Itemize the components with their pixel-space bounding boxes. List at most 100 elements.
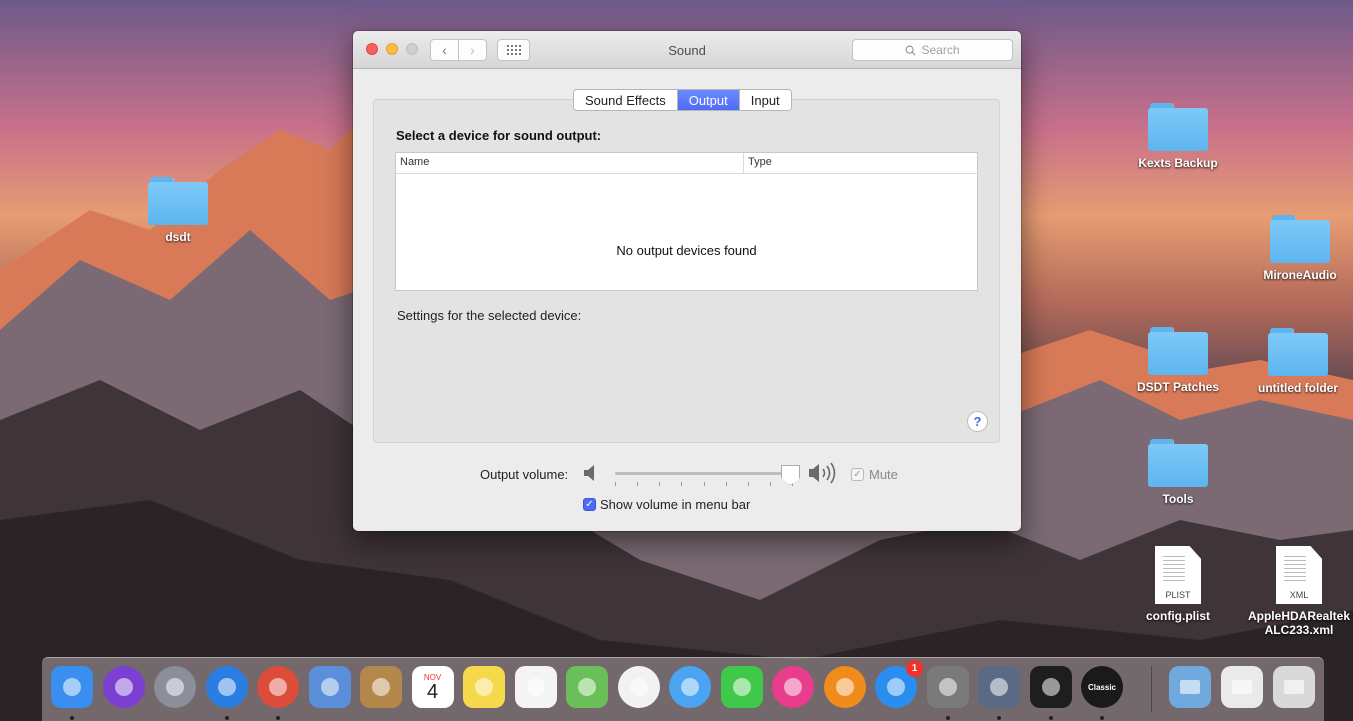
desktop-file-applehda-xml[interactable]: XML AppleHDARealtek ALC233.xml xyxy=(1243,546,1353,637)
chrome-icon xyxy=(269,678,287,696)
dock-trash[interactable] xyxy=(1273,666,1315,708)
facetime-icon xyxy=(732,678,751,696)
dock-app-finder[interactable] xyxy=(51,666,93,708)
table-header: Name Type xyxy=(396,153,977,174)
dock-app-contacts[interactable] xyxy=(360,666,402,708)
folder-icon xyxy=(1148,327,1208,375)
dock-app-facetime[interactable] xyxy=(720,666,763,708)
notification-badge: 1 xyxy=(906,660,923,677)
desktop-folder-tools[interactable]: Tools xyxy=(1123,439,1233,506)
document-icon: XML xyxy=(1276,546,1322,604)
dock-app-clover-configurator[interactable]: Classic xyxy=(1081,666,1123,708)
dock-app-notes[interactable] xyxy=(463,666,505,708)
system-preferences-icon xyxy=(938,678,957,696)
desktop-icon-label: AppleHDARealtek ALC233.xml xyxy=(1247,609,1351,637)
desktop-folder-untitled[interactable]: untitled folder xyxy=(1243,328,1353,395)
maps-icon xyxy=(578,678,596,696)
xcode-tools-icon xyxy=(990,678,1008,696)
desktop-icon-label: MironeAudio xyxy=(1263,268,1337,282)
show-volume-label: Show volume in menu bar xyxy=(600,497,751,512)
title-bar[interactable]: ‹ › Sound Search xyxy=(353,31,1021,69)
volume-slider-ticks xyxy=(615,482,793,487)
contacts-icon xyxy=(372,678,390,696)
desktop-icon-label: dsdt xyxy=(165,230,191,244)
running-indicator xyxy=(70,716,74,720)
dock: NOV 4 1 Classic xyxy=(42,657,1324,721)
dock-app-mail[interactable] xyxy=(308,666,351,708)
desktop-folder-dsdt[interactable]: dsdt xyxy=(123,177,233,244)
search-placeholder: Search xyxy=(921,43,960,57)
messages-icon xyxy=(681,678,699,696)
siri-icon xyxy=(114,678,133,696)
search-icon xyxy=(905,45,917,56)
dock-app-terminal[interactable] xyxy=(1029,666,1072,708)
dock-app-siri[interactable] xyxy=(102,666,145,708)
downloads-icon xyxy=(1232,680,1252,694)
dock-app-itunes[interactable] xyxy=(772,666,814,708)
dock-app-reminders[interactable] xyxy=(514,666,557,708)
desktop-file-config-plist[interactable]: PLIST config.plist xyxy=(1123,546,1233,623)
empty-message: No output devices found xyxy=(616,243,757,258)
column-header-name[interactable]: Name xyxy=(396,153,744,173)
sound-preferences-window: ‹ › Sound Search Sound Effects Output In… xyxy=(353,31,1021,531)
folder-icon xyxy=(1148,103,1208,151)
folder-icon xyxy=(1268,328,1328,376)
dock-app-safari[interactable] xyxy=(205,666,248,708)
desktop-icon-label: DSDT Patches xyxy=(1136,380,1220,394)
dock-app-xcode-tools[interactable] xyxy=(978,666,1020,708)
folder-icon xyxy=(1270,215,1330,263)
app-icon-text: Classic xyxy=(1087,682,1117,692)
tab-sound-effects[interactable]: Sound Effects xyxy=(574,90,678,110)
checkmark-icon: ✓ xyxy=(583,498,596,511)
folder-icon xyxy=(148,177,208,225)
output-volume-label: Output volume: xyxy=(480,467,569,482)
folder-icon xyxy=(1148,439,1208,487)
question-icon: ? xyxy=(973,414,982,429)
desktop-icon-label: Tools xyxy=(1162,492,1194,506)
calendar-day: 4 xyxy=(426,680,439,703)
dock-app-ibooks[interactable] xyxy=(823,666,866,708)
mute-checkbox[interactable]: ✓ Mute xyxy=(851,467,898,482)
desktop-folder-mironeaudio[interactable]: MironeAudio xyxy=(1245,215,1353,282)
show-volume-checkbox[interactable]: ✓ Show volume in menu bar xyxy=(583,497,750,512)
desktop-folder-kexts-backup[interactable]: Kexts Backup xyxy=(1123,103,1233,170)
dock-app-maps[interactable] xyxy=(566,666,608,708)
volume-slider-track[interactable] xyxy=(615,472,792,475)
mute-label: Mute xyxy=(869,467,898,482)
dock-app-calendar[interactable]: NOV 4 xyxy=(411,666,454,708)
dock-app-photos[interactable] xyxy=(617,666,660,708)
running-indicator xyxy=(1048,716,1053,720)
desktop-icon-label: untitled folder xyxy=(1258,381,1338,395)
running-indicator xyxy=(1100,716,1104,720)
dock-app-app-store[interactable]: 1 xyxy=(875,660,923,708)
app-store-icon xyxy=(887,678,905,696)
document-icon: PLIST xyxy=(1155,546,1201,604)
dock-app-launchpad[interactable] xyxy=(154,666,196,708)
running-indicator xyxy=(224,716,229,720)
search-input[interactable]: Search xyxy=(852,39,1013,61)
trash-icon xyxy=(1284,680,1304,694)
desktop-folder-dsdt-patches[interactable]: DSDT Patches xyxy=(1123,327,1233,394)
dock-downloads[interactable] xyxy=(1221,666,1263,708)
dock-app-messages[interactable] xyxy=(669,666,711,708)
desktop-icon-label: Kexts Backup xyxy=(1138,156,1218,170)
speaker-high-icon xyxy=(809,462,836,484)
photos-icon xyxy=(629,678,648,696)
settings-label: Settings for the selected device: xyxy=(397,308,582,323)
dock-separator xyxy=(1151,666,1152,712)
dock-app-chrome[interactable] xyxy=(257,666,299,708)
output-device-table[interactable]: Name Type No output devices found xyxy=(395,152,978,291)
running-indicator xyxy=(276,716,280,720)
desktop-icon-label: config.plist xyxy=(1146,609,1210,623)
dock-applications-folder[interactable] xyxy=(1169,666,1211,708)
help-button[interactable]: ? xyxy=(967,411,988,432)
checkmark-icon: ✓ xyxy=(851,468,864,481)
mail-icon xyxy=(320,678,339,696)
dock-app-system-preferences[interactable] xyxy=(926,666,969,708)
tab-bar: Sound Effects Output Input xyxy=(573,89,792,111)
running-indicator xyxy=(945,716,950,720)
launchpad-icon xyxy=(166,678,184,696)
column-header-type[interactable]: Type xyxy=(744,153,776,173)
tab-output[interactable]: Output xyxy=(677,90,740,110)
tab-input[interactable]: Input xyxy=(739,90,791,110)
